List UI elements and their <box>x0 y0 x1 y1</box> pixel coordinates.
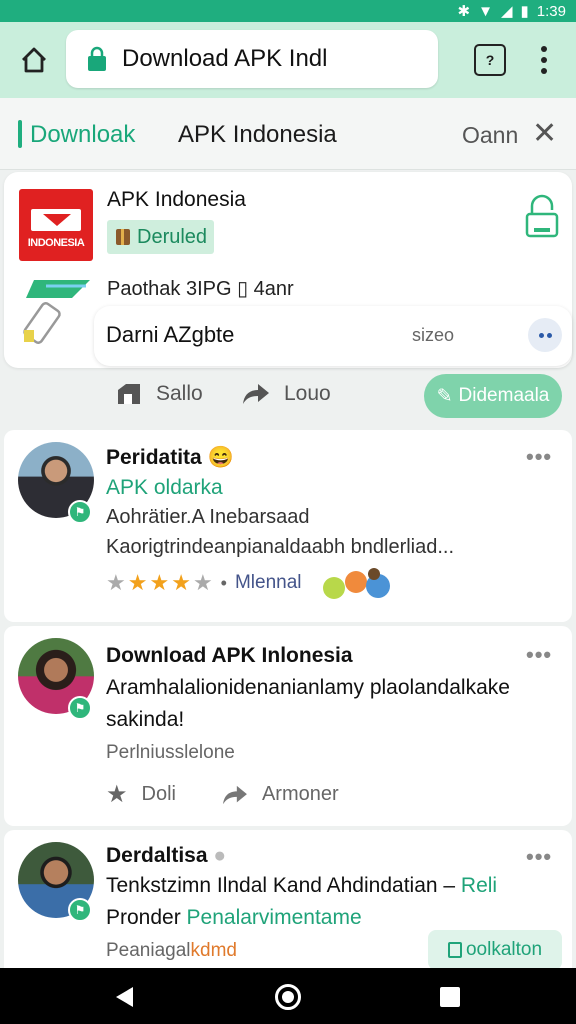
more-icon[interactable]: ••• <box>526 844 552 870</box>
search-hint: sizeo <box>412 325 455 345</box>
search-value: Darni AZgbte <box>106 322 235 347</box>
star-icon[interactable]: ★ <box>106 780 128 809</box>
share-button[interactable]: Louo <box>242 382 331 406</box>
calendar-icon <box>447 942 462 958</box>
close-icon[interactable]: ✕ <box>532 119 557 149</box>
package-info: Paothak 3IPG ▯ 4anr <box>107 278 294 300</box>
app-logo: INDONESIA <box>19 189 93 261</box>
share-label: Louo <box>284 382 331 405</box>
avatar-badge-icon: ⚑ <box>68 500 92 524</box>
app-card: INDONESIA APK Indonesia Deruled Paothak … <box>4 172 572 368</box>
status-bar: ✱ ▼ ◢ ▮ 1:39 <box>0 0 576 22</box>
share-icon <box>243 384 269 404</box>
save-label: Sallo <box>156 382 203 405</box>
more-horiz-icon[interactable] <box>528 318 562 352</box>
post-body: Aramhalalionidenanianlamy plaolandalkake… <box>106 676 510 731</box>
url-text: Download APK Indl <box>122 45 328 72</box>
star-icon: ★ <box>127 570 148 595</box>
primary-action-button[interactable]: ✎ Didemaala <box>424 374 562 418</box>
post-action-label[interactable]: Armoner <box>262 783 339 806</box>
avatar-badge-icon: ⚑ <box>68 696 92 720</box>
recent-icon[interactable] <box>440 987 460 1007</box>
star-icon: ★ <box>171 570 191 595</box>
tab-apk-indonesia[interactable]: APK Indonesia <box>178 121 337 149</box>
post-button-label: oolkalton <box>465 939 543 960</box>
bluetooth-icon: ✱ <box>457 3 471 20</box>
post-title: Derdaltisa ● <box>106 844 227 867</box>
save-icon <box>118 384 140 404</box>
pencil-icon: ✎ <box>436 385 453 407</box>
rating-label: Mlennal <box>234 572 302 593</box>
post-item[interactable]: ⚑ Derdaltisa ● ••• Tenkstzimn Ilndal Kan… <box>4 830 572 970</box>
package-icon <box>23 280 90 344</box>
save-button[interactable]: Sallo <box>116 382 203 406</box>
download-badge[interactable]: Deruled <box>107 220 214 254</box>
reaction-icons <box>323 568 390 599</box>
more-icon[interactable]: ••• <box>526 642 552 668</box>
post-meta: Perlniusslelone <box>106 742 235 763</box>
action-row: Sallo Louo ✎ Didemaala <box>0 370 576 426</box>
home-button[interactable] <box>16 42 52 78</box>
address-bar[interactable]: Download APK Indl <box>66 30 438 88</box>
search-field[interactable]: Darni AZgbte sizeo <box>94 306 572 366</box>
post-item[interactable]: ⚑ Peridatita 😄 ••• APK oldarka Aohrätier… <box>4 430 572 622</box>
post-title: Download APK Inlonesia <box>106 644 353 667</box>
browser-toolbar: Download APK Indl ? <box>0 22 576 98</box>
globe-icon: ● <box>213 844 227 867</box>
lock-icon <box>88 46 106 71</box>
padlock-icon[interactable] <box>524 194 560 240</box>
post-title: Peridatita 😄 <box>106 446 234 469</box>
post-body: Tenkstzimn Ilndal Kand Ahdindatian – Rel… <box>106 874 498 929</box>
circle-home-icon[interactable] <box>275 984 301 1010</box>
rating: ★ ★ ★ ★ ★ • Mlennal <box>106 570 302 595</box>
wifi-icon: ▼ <box>478 2 493 20</box>
post-link[interactable]: Reli <box>461 874 497 897</box>
tab-download[interactable]: Downloak <box>30 121 135 149</box>
share-icon[interactable] <box>222 784 248 806</box>
app-name: APK Indonesia <box>107 188 246 211</box>
avatar-badge-icon: ⚑ <box>68 898 92 922</box>
post-button[interactable]: oolkalton <box>428 930 562 970</box>
star-icon: ★ <box>192 570 213 595</box>
post-subtitle[interactable]: APK oldarka <box>106 476 223 500</box>
post-action-label[interactable]: Doli <box>142 783 176 806</box>
tabs-button[interactable]: ? <box>474 44 506 76</box>
status-time: 1:39 <box>536 2 566 20</box>
open-label[interactable]: Oann <box>462 122 518 149</box>
post-body: Aohrätier.A Inebarsaad Kaorigtrindeanpia… <box>106 506 455 558</box>
home-icon <box>22 47 46 73</box>
navigation-bar <box>0 968 576 1024</box>
post-actions: ★ Doli Armoner <box>106 780 339 809</box>
post-link[interactable]: Penalarvimentame <box>187 906 362 929</box>
star-icon: ★ <box>149 570 170 595</box>
post-item[interactable]: ⚑ Download APK Inlonesia ••• Aramhalalio… <box>4 626 572 826</box>
tab-header: Downloak APK Indonesia Oann ✕ <box>0 98 576 170</box>
post-meta: Peaniagalkdmd <box>106 940 237 961</box>
status-icons: ✱ ▼ ◢ ▮ 1:39 <box>457 2 566 21</box>
battery-icon: ▮ <box>520 3 529 20</box>
download-label: Deruled <box>137 225 208 248</box>
star-icon: ★ <box>106 570 126 595</box>
tab-indicator <box>18 120 22 148</box>
primary-action-label: Didemaala <box>458 385 550 406</box>
back-icon[interactable] <box>116 987 133 1007</box>
more-icon[interactable]: ••• <box>526 444 552 470</box>
signal-icon: ◢ <box>500 3 513 20</box>
gift-icon <box>116 229 130 245</box>
more-vert-icon[interactable] <box>534 44 554 76</box>
tabs-icon: ? <box>485 52 495 68</box>
